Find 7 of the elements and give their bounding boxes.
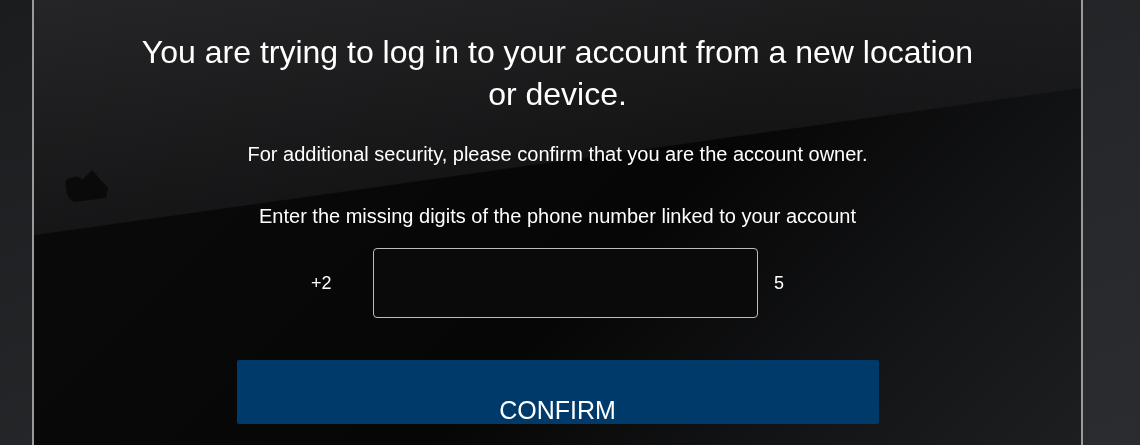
instruction-text: Enter the missing digits of the phone number linked to your account	[258, 204, 857, 229]
confirm-button[interactable]: CONFIRM	[236, 360, 879, 424]
phone-prefix: +2	[311, 272, 333, 294]
phone-suffix: 5	[774, 272, 785, 294]
heading: You are trying to log in to your account from a new location or device.	[140, 33, 975, 114]
digits-input-field[interactable]	[373, 248, 758, 318]
security-message: For additional security, please confirm that you are the account owner.	[247, 142, 868, 167]
